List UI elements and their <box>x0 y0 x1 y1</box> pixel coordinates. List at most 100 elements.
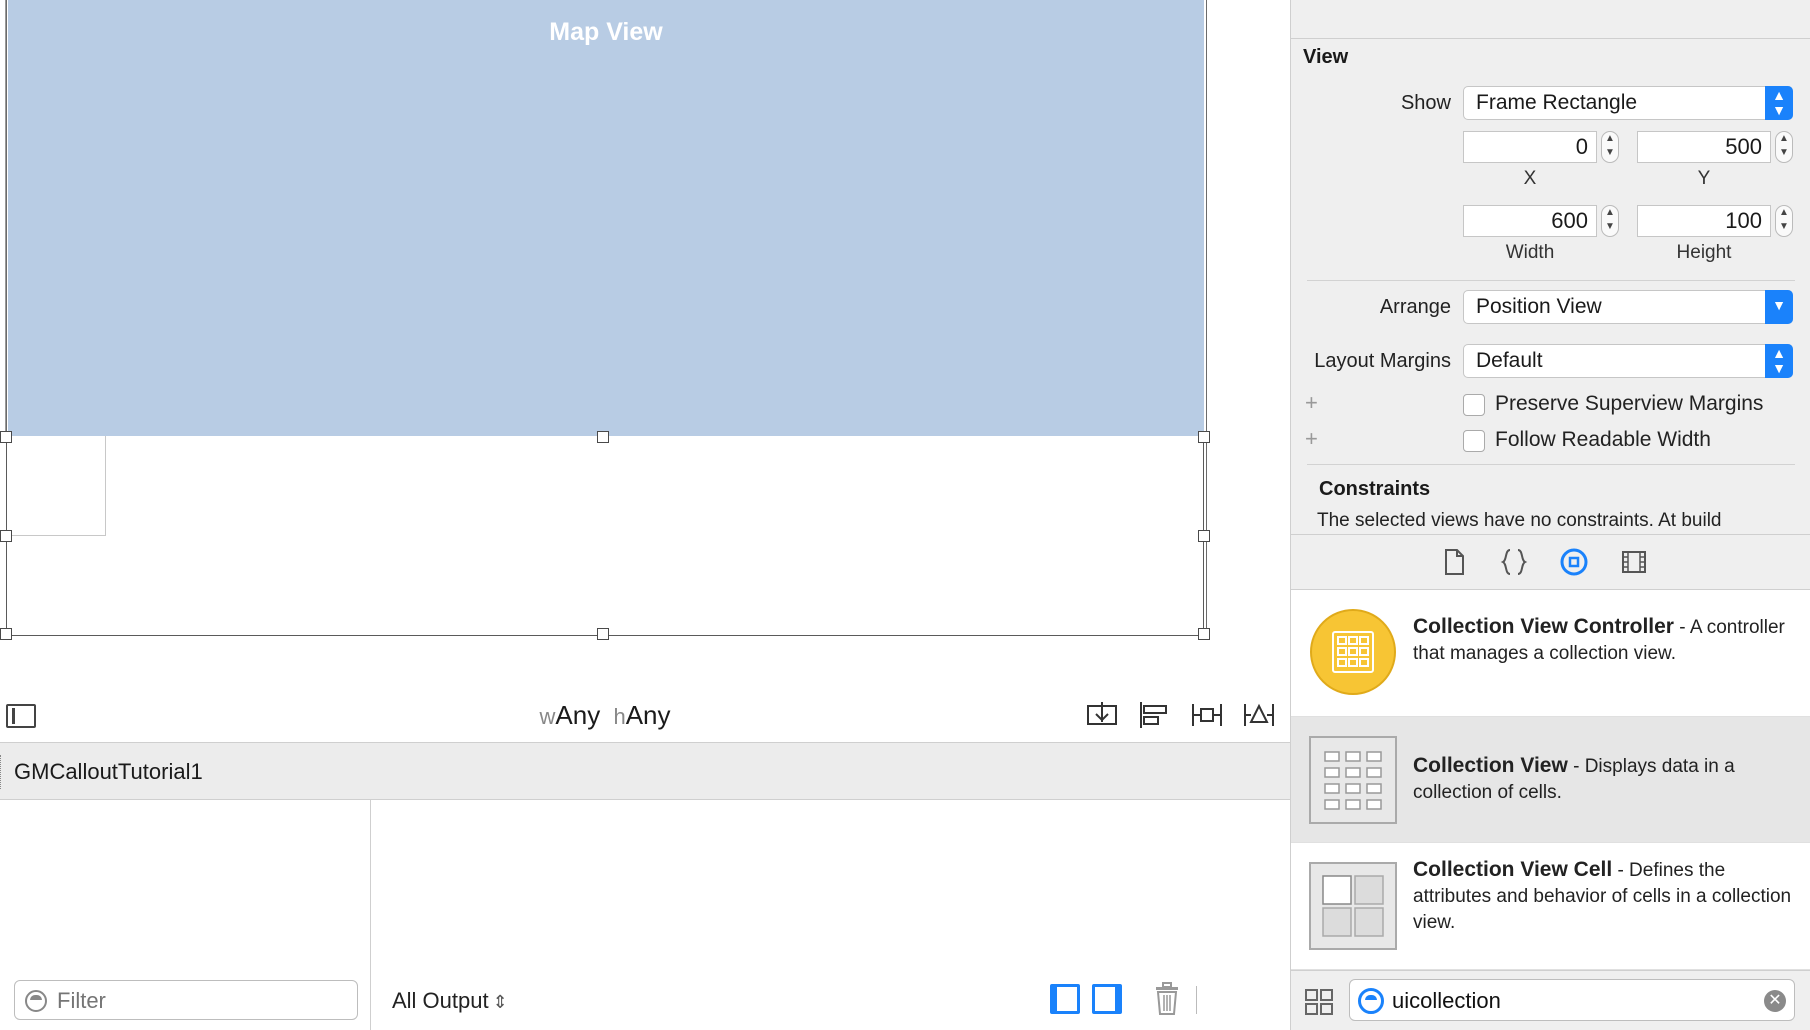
size-class-w-value: Any <box>555 700 601 730</box>
resize-handle-left[interactable] <box>0 530 12 542</box>
arrange-popup-value: Position View <box>1476 295 1602 318</box>
size-class-w-prefix: w <box>539 704 556 729</box>
library-item-description: Collection View - Displays data in a col… <box>1413 753 1793 806</box>
popup-arrows-icon: ▲ ▼ <box>1765 344 1793 378</box>
resolve-issues-icon[interactable] <box>1242 700 1276 730</box>
library-item-description: Collection View Controller - A controlle… <box>1413 614 1793 667</box>
map-view[interactable]: Map View <box>8 0 1204 436</box>
size-class-h-value: Any <box>625 700 671 730</box>
grid-view-toggle-icon[interactable] <box>1305 989 1333 1015</box>
resize-handle-top-left[interactable] <box>0 431 12 443</box>
align-icon[interactable] <box>1138 700 1172 730</box>
up-down-chevron-icon: ⇕ <box>492 992 508 1012</box>
pin-icon[interactable] <box>1190 700 1224 730</box>
inspector-divider <box>1307 464 1795 465</box>
library-search-bar: ✕ <box>1290 970 1810 1030</box>
y-caption: Y <box>1697 168 1711 189</box>
resize-handle-top-right[interactable] <box>1198 431 1210 443</box>
height-caption: Height <box>1676 242 1732 263</box>
variables-filter-field[interactable] <box>14 980 358 1020</box>
clear-search-icon[interactable]: ✕ <box>1764 990 1786 1012</box>
resize-handle-bottom-right[interactable] <box>1198 628 1210 640</box>
resize-handle-bottom-left[interactable] <box>0 628 12 640</box>
width-field[interactable]: 600 <box>1463 205 1597 237</box>
constraints-text: The selected views have no constraints. … <box>1317 510 1722 531</box>
follow-readable-width-label: Follow Readable Width <box>1495 428 1711 451</box>
resize-handle-bottom[interactable] <box>597 628 609 640</box>
inspector-section-title: View <box>1303 46 1349 68</box>
follow-readable-width-checkbox[interactable] <box>1463 430 1485 452</box>
object-library-list[interactable]: Collection View Controller - A controlle… <box>1290 590 1810 970</box>
x-caption: X <box>1523 168 1537 189</box>
debug-area: All Output⇕ <box>0 800 1290 1030</box>
output-selector[interactable]: All Output ⇕ <box>392 988 508 1014</box>
size-class-control[interactable]: wAny hAny <box>0 700 1210 731</box>
arrange-popup[interactable]: Position View ▼ <box>1463 290 1793 324</box>
library-item-title: Collection View Cell <box>1413 858 1613 881</box>
trash-icon[interactable] <box>1154 982 1180 1016</box>
library-item-collection-view-cell[interactable]: Collection View Cell - Defines the attri… <box>1291 843 1810 970</box>
selected-view-outline[interactable] <box>6 436 1204 636</box>
inspector-divider <box>1307 280 1795 281</box>
resize-handle-top[interactable] <box>597 431 609 443</box>
library-item-description: Collection View Cell - Defines the attri… <box>1413 857 1793 936</box>
preserve-superview-margins-checkbox[interactable] <box>1463 394 1485 416</box>
width-stepper-icon[interactable]: ▲ ▼ <box>1601 205 1619 237</box>
variables-filter-input[interactable] <box>57 987 347 1015</box>
collection-view-icon <box>1309 736 1397 824</box>
map-view-label: Map View <box>549 18 663 46</box>
console-pane: All Output ⇕ <box>372 800 1290 1030</box>
library-search-input[interactable] <box>1392 986 1742 1016</box>
layout-margins-popup[interactable]: Default ▲ ▼ <box>1463 344 1793 378</box>
filter-icon <box>25 990 47 1012</box>
show-popup-value: Frame Rectangle <box>1476 91 1638 114</box>
show-label: Show <box>1400 92 1451 114</box>
layout-margins-popup-value: Default <box>1476 349 1543 372</box>
library-item-title: Collection View Controller <box>1413 615 1674 638</box>
output-selector-label: All Output <box>392 988 489 1013</box>
console-divider <box>1196 986 1197 1014</box>
add-variation-plus-icon[interactable]: + <box>1305 426 1318 452</box>
object-library-icon[interactable] <box>1559 547 1589 577</box>
resize-handle-right[interactable] <box>1198 530 1210 542</box>
debug-bar-grip[interactable] <box>0 755 3 789</box>
add-variation-plus-icon[interactable]: + <box>1305 390 1318 416</box>
subview-placeholder[interactable] <box>6 436 106 536</box>
file-template-library-icon[interactable] <box>1439 547 1469 577</box>
storyboard-canvas[interactable]: Map View wAny hAny <box>0 0 1290 742</box>
y-stepper-icon[interactable]: ▲ ▼ <box>1775 131 1793 163</box>
x-field[interactable]: 0 <box>1463 131 1597 163</box>
code-snippet-library-icon[interactable] <box>1499 547 1529 577</box>
inspector-top-divider <box>1291 38 1810 39</box>
preserve-superview-margins-label: Preserve Superview Margins <box>1495 392 1764 415</box>
variables-pane <box>0 800 371 1030</box>
debug-project-name: GMCalloutTutorial1 <box>14 759 203 784</box>
chevron-down-icon: ▼ <box>1765 290 1793 324</box>
show-variables-pane-icon[interactable] <box>1050 984 1080 1014</box>
size-inspector: View Show Frame Rectangle ▲ ▼ 0 ▲ ▼ X 500 … <box>1290 0 1810 534</box>
constraints-title: Constraints <box>1319 478 1431 500</box>
x-stepper-icon[interactable]: ▲ ▼ <box>1601 131 1619 163</box>
layout-margins-label: Layout Margins <box>1314 350 1451 372</box>
media-library-icon[interactable] <box>1619 547 1649 577</box>
library-filter-field[interactable]: ✕ <box>1349 979 1795 1021</box>
y-field[interactable]: 500 <box>1637 131 1771 163</box>
canvas-toolbar: wAny hAny <box>0 690 1290 742</box>
show-popup[interactable]: Frame Rectangle ▲ ▼ <box>1463 86 1793 120</box>
collection-view-cell-icon <box>1309 862 1397 950</box>
library-item-collection-view[interactable]: Collection View - Displays data in a col… <box>1291 717 1810 843</box>
collection-view-controller-icon <box>1310 609 1396 695</box>
embed-in-stack-icon[interactable] <box>1086 700 1120 730</box>
library-tabs <box>1290 534 1810 590</box>
arrange-label: Arrange <box>1379 296 1451 318</box>
width-caption: Width <box>1505 242 1555 263</box>
height-field[interactable]: 100 <box>1637 205 1771 237</box>
library-item-collection-view-controller[interactable]: Collection View Controller - A controlle… <box>1291 590 1810 717</box>
show-console-pane-icon[interactable] <box>1092 984 1122 1014</box>
library-item-title: Collection View <box>1413 754 1568 777</box>
debug-bar: GMCalloutTutorial1 <box>0 742 1290 800</box>
filter-icon <box>1358 988 1384 1014</box>
size-class-h-prefix: h <box>613 704 626 729</box>
height-stepper-icon[interactable]: ▲ ▼ <box>1775 205 1793 237</box>
popup-arrows-icon: ▲ ▼ <box>1765 86 1793 120</box>
